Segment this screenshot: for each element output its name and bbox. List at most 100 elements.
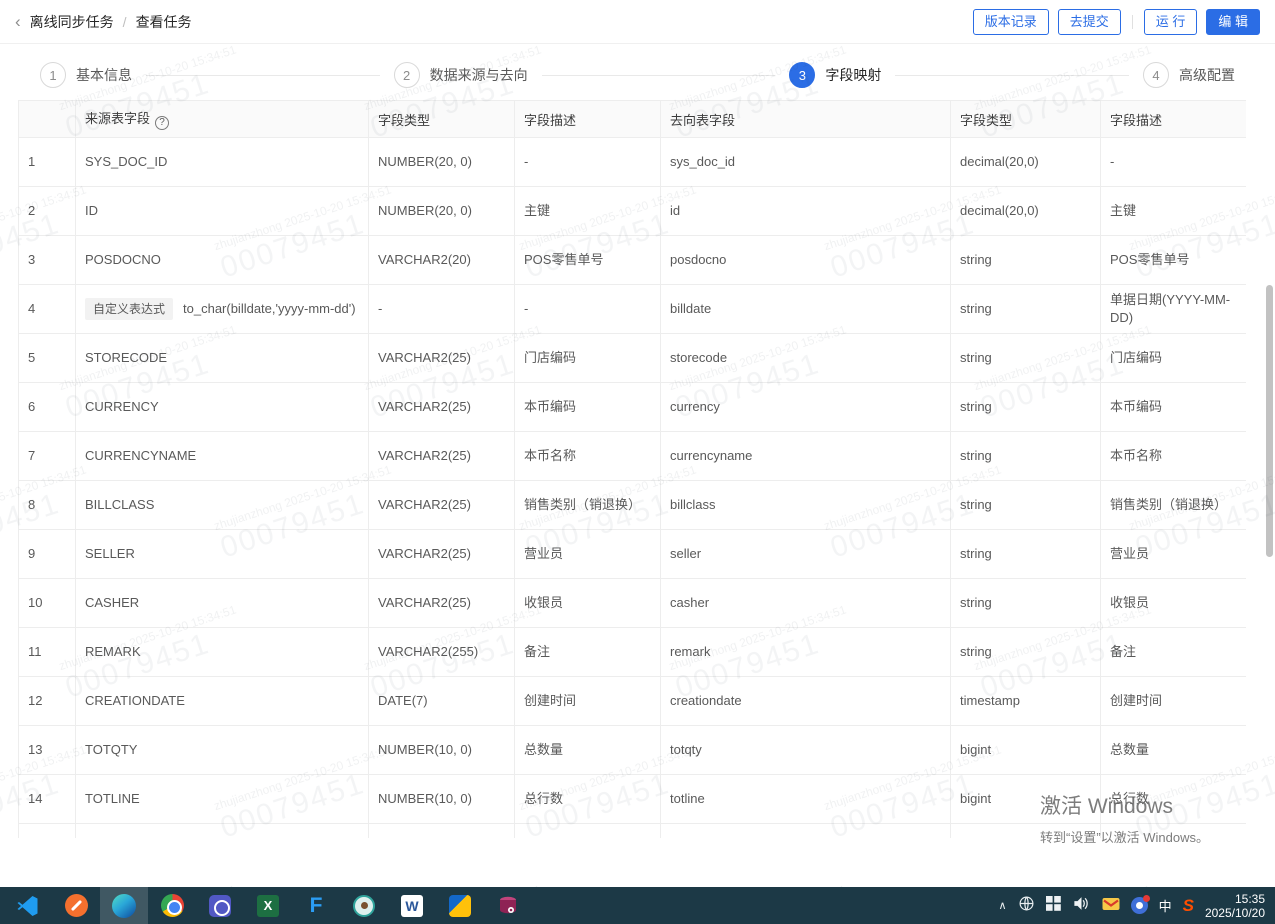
breadcrumb-section[interactable]: 离线同步任务 — [30, 12, 114, 32]
version-history-button[interactable]: 版本记录 — [973, 9, 1049, 35]
target-desc-cell: 总数量 — [1101, 726, 1247, 775]
hbuilder-icon[interactable]: F — [292, 887, 340, 924]
source-type-cell: NUMBER(10, 0) — [369, 775, 515, 824]
hbuilder-glyph: F — [310, 894, 323, 918]
run-button[interactable]: 运 行 — [1144, 9, 1198, 35]
tray-expand-icon[interactable]: ∧ — [999, 899, 1007, 912]
foxmail-icon[interactable] — [436, 887, 484, 924]
source-type-cell: DATE(7) — [369, 677, 515, 726]
breadcrumb-separator: / — [123, 14, 127, 30]
source-type-cell: VARCHAR2(25) — [369, 432, 515, 481]
target-desc-cell: - — [1101, 138, 1247, 187]
target-field-cell: posdocno — [661, 236, 951, 285]
chrome-icon[interactable] — [148, 887, 196, 924]
dbeaver-icon[interactable] — [340, 887, 388, 924]
step-2-circle: 2 — [394, 62, 420, 88]
table-row: 3POSDOCNOVARCHAR2(20)POS零售单号posdocnostri… — [19, 236, 1247, 285]
volume-icon[interactable] — [1072, 895, 1091, 917]
source-desc-cell: 收银员 — [515, 579, 661, 628]
source-field-cell: STORECODE — [76, 334, 369, 383]
target-field-cell: remark — [661, 628, 951, 677]
target-desc-cell: 总行数 — [1101, 775, 1247, 824]
help-icon[interactable]: ? — [155, 116, 169, 130]
circle-app-icon[interactable] — [196, 887, 244, 924]
target-desc-cell: POS零售单号 — [1101, 236, 1247, 285]
postman-icon[interactable] — [52, 887, 100, 924]
source-type-cell: NUMBER(10, 0) — [369, 726, 515, 775]
source-type-cell: VARCHAR2(255) — [369, 628, 515, 677]
source-field-cell: 自定义表达式 to_char(billdate,'yyyy-mm-dd') — [76, 285, 369, 334]
row-index: 2 — [19, 187, 76, 236]
table-row: 1SYS_DOC_IDNUMBER(20, 0)-sys_doc_iddecim… — [19, 138, 1247, 187]
table-row: 8BILLCLASSVARCHAR2(25)销售类别（销退换）billclass… — [19, 481, 1247, 530]
source-desc-cell: 本币编码 — [515, 383, 661, 432]
target-field-header: 去向表字段 — [661, 101, 951, 138]
row-index: 6 — [19, 383, 76, 432]
table-row: 6CURRENCYVARCHAR2(25)本币编码currencystring本… — [19, 383, 1247, 432]
custom-expression-badge: 自定义表达式 — [85, 298, 173, 320]
sogou-input-icon[interactable]: S — [1183, 896, 1194, 916]
source-type-cell: VARCHAR2(25) — [369, 334, 515, 383]
target-field-cell: billclass — [661, 481, 951, 530]
edge-icon[interactable] — [100, 887, 148, 924]
taskbar-clock[interactable]: 15:35 2025/10/20 — [1205, 892, 1265, 920]
taskbar: X F W ∧ 中 S — [0, 887, 1275, 924]
word-icon[interactable]: W — [388, 887, 436, 924]
database-app-icon[interactable] — [484, 887, 532, 924]
step-connector — [146, 75, 380, 76]
target-field-cell: currencyname — [661, 432, 951, 481]
source-field-cell: CURRENCYNAME — [76, 432, 369, 481]
table-header-row: 来源表字段? 字段类型 字段描述 去向表字段 字段类型 字段描述 — [19, 101, 1247, 138]
target-type-cell: string — [951, 285, 1101, 334]
excel-glyph: X — [257, 895, 279, 917]
source-field-value: CURRENCYNAME — [85, 448, 196, 463]
toolbar-divider — [1132, 15, 1133, 29]
table-row: 9SELLERVARCHAR2(25)营业员sellerstring营业员 — [19, 530, 1247, 579]
foxmail-tray-icon[interactable] — [1102, 896, 1120, 916]
source-desc-cell: 销售类别（销退换） — [515, 481, 661, 530]
step-source-target[interactable]: 2 数据来源与去向 — [394, 62, 528, 88]
excel-icon[interactable]: X — [244, 887, 292, 924]
messenger-tray-icon[interactable] — [1131, 897, 1148, 914]
source-field-cell: CREATIONDATE — [76, 677, 369, 726]
row-index: 13 — [19, 726, 76, 775]
source-field-header-label: 来源表字段 — [85, 111, 150, 126]
row-index: 11 — [19, 628, 76, 677]
target-desc-header: 字段描述 — [1101, 101, 1247, 138]
table-row: 12CREATIONDATEDATE(7)创建时间creationdatetim… — [19, 677, 1247, 726]
step-advanced-config[interactable]: 4 高级配置 — [1143, 62, 1235, 88]
edit-button[interactable]: 编 辑 — [1206, 9, 1260, 35]
source-desc-cell: 总数量 — [515, 726, 661, 775]
step-field-mapping[interactable]: 3 字段映射 — [789, 62, 881, 88]
target-type-cell: decimal(20,0) — [951, 187, 1101, 236]
target-desc-cell: 本币名称 — [1101, 432, 1247, 481]
target-type-header: 字段类型 — [951, 101, 1101, 138]
target-type-cell: string — [951, 579, 1101, 628]
vscode-icon[interactable] — [4, 887, 52, 924]
step-basic-info[interactable]: 1 基本信息 — [40, 62, 132, 88]
source-type-cell: NUMBER(20, 0) — [369, 187, 515, 236]
vertical-scrollbar[interactable] — [1266, 285, 1273, 557]
table-row: 10CASHERVARCHAR2(25)收银员casherstring收银员 — [19, 579, 1247, 628]
source-field-cell: TOTLINE — [76, 775, 369, 824]
go-submit-button[interactable]: 去提交 — [1058, 9, 1121, 35]
system-tray: ∧ 中 S 15:35 2025/10/20 — [999, 892, 1275, 920]
grid-icon[interactable] — [1046, 896, 1061, 916]
table-row: 2IDNUMBER(20, 0)主键iddecimal(20,0)主键 — [19, 187, 1247, 236]
row-index: 5 — [19, 334, 76, 383]
target-desc-cell: 主键 — [1101, 187, 1247, 236]
table-row: 14TOTLINENUMBER(10, 0)总行数totlinebigint总行… — [19, 775, 1247, 824]
back-icon[interactable]: ‹ — [15, 13, 21, 30]
source-desc-cell: - — [515, 285, 661, 334]
source-type-cell: VARCHAR2(25) — [369, 530, 515, 579]
network-globe-icon[interactable] — [1018, 895, 1035, 917]
source-field-value: to_char(billdate,'yyyy-mm-dd') — [183, 301, 356, 316]
index-column-header — [19, 101, 76, 138]
target-desc-cell: 营业员 — [1101, 530, 1247, 579]
target-type-cell: string — [951, 236, 1101, 285]
source-type-cell: - — [369, 285, 515, 334]
ime-indicator[interactable]: 中 — [1159, 896, 1172, 915]
source-field-value: STORECODE — [85, 350, 167, 365]
source-type-cell: VARCHAR2(25) — [369, 383, 515, 432]
source-field-cell: SYS_DOC_ID — [76, 138, 369, 187]
